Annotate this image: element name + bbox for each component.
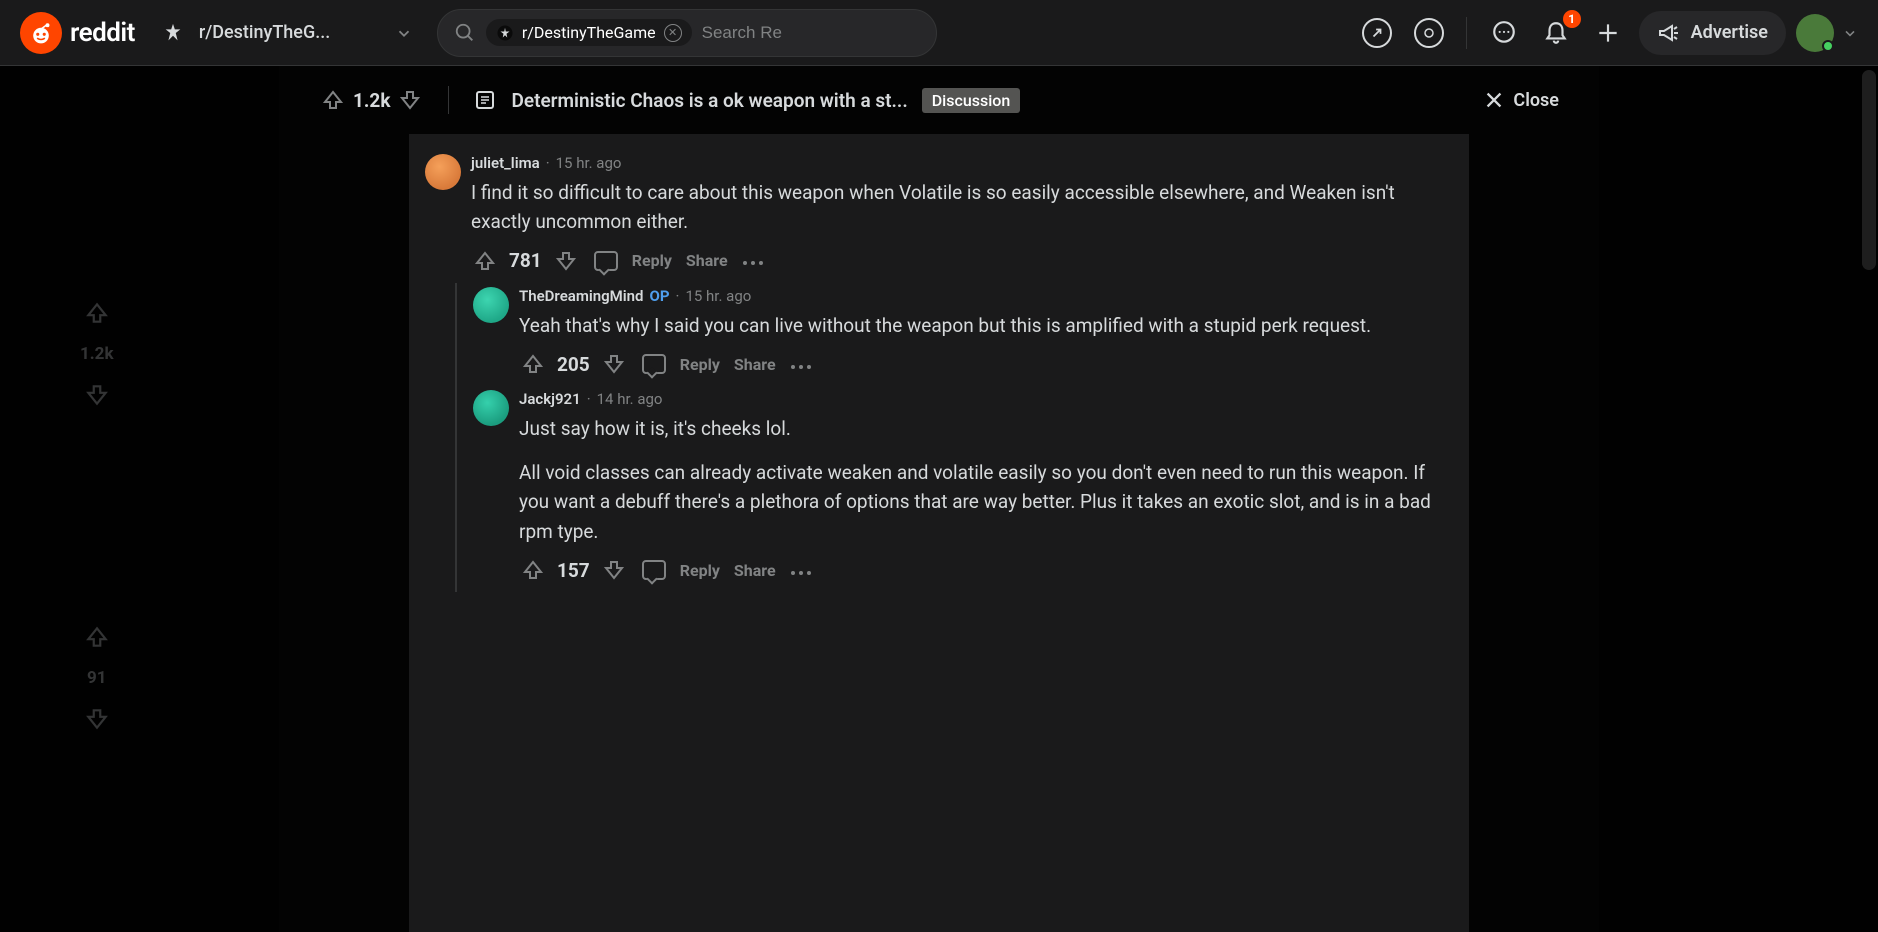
comment-score: 205 — [557, 353, 590, 376]
post-flair[interactable]: Discussion — [922, 88, 1021, 113]
chevron-down-icon — [395, 24, 413, 42]
reply-button[interactable]: Reply — [632, 251, 672, 270]
reply-button[interactable]: Reply — [680, 561, 720, 580]
downvote-button[interactable] — [396, 86, 424, 114]
op-badge: OP — [650, 287, 670, 305]
comment-time: 14 hr. ago — [597, 390, 663, 408]
popular-button[interactable] — [1356, 12, 1398, 54]
destiny-pill-icon — [496, 24, 514, 42]
reddit-logo[interactable]: reddit — [20, 12, 135, 54]
reddit-alien-icon — [28, 20, 54, 46]
create-post-button[interactable] — [1587, 12, 1629, 54]
upvote-button[interactable] — [471, 247, 499, 275]
app-header: reddit r/DestinyTheG... r/DestinyTheGame… — [0, 0, 1878, 66]
comment-text: Yeah that's why I said you can live with… — [519, 311, 1453, 340]
post-panel: 1.2k Deterministic Chaos is a ok weapon … — [279, 66, 1599, 932]
reddit-wordmark: reddit — [70, 18, 135, 48]
comments-area: juliet_lima · 15 hr. ago I find it so di… — [409, 134, 1469, 932]
coin-icon — [1414, 18, 1444, 48]
post-title-row: Deterministic Chaos is a ok weapon with … — [473, 88, 1469, 113]
share-button[interactable]: Share — [734, 355, 776, 374]
downvote-button[interactable] — [552, 247, 580, 275]
comment-author[interactable]: Jackj921 — [519, 390, 581, 408]
comment: TheDreamingMind OP · 15 hr. ago Yeah tha… — [473, 283, 1453, 386]
search-pill-label: r/DestinyTheGame — [522, 23, 656, 42]
divider — [448, 86, 449, 114]
comment-author[interactable]: juliet_lima — [471, 154, 540, 172]
post-header-bar: 1.2k Deterministic Chaos is a ok weapon … — [279, 66, 1599, 134]
notifications-button[interactable]: 1 — [1535, 12, 1577, 54]
post-score: 1.2k — [353, 89, 390, 112]
comment-avatar[interactable] — [473, 287, 509, 323]
more-icon — [790, 364, 812, 370]
more-button[interactable] — [790, 561, 812, 580]
community-dropdown[interactable]: r/DestinyTheG... — [151, 15, 421, 51]
meta-separator: · — [676, 287, 680, 305]
comment-actions: 781 Reply Share — [471, 247, 1453, 275]
clear-scope-icon[interactable]: ✕ — [664, 24, 682, 42]
close-button[interactable]: Close — [1483, 89, 1559, 111]
comment-text: I find it so difficult to care about thi… — [471, 178, 1411, 237]
more-button[interactable] — [742, 251, 764, 270]
comment-time: 15 hr. ago — [685, 287, 751, 305]
chat-icon — [1491, 20, 1517, 46]
reply-icon — [594, 251, 618, 271]
chat-button[interactable] — [1483, 12, 1525, 54]
more-button[interactable] — [790, 355, 812, 374]
arrow-out-icon — [1362, 18, 1392, 48]
online-indicator — [1822, 40, 1834, 52]
comment-avatar[interactable] — [425, 154, 461, 190]
downvote-button[interactable] — [600, 556, 628, 584]
text-post-icon — [473, 88, 497, 112]
advertise-label: Advertise — [1691, 22, 1768, 43]
comment: Jackj921 · 14 hr. ago Just say how it is… — [473, 386, 1453, 592]
reply-button[interactable]: Reply — [680, 355, 720, 374]
coin-button[interactable] — [1408, 12, 1450, 54]
comment-score: 781 — [509, 249, 542, 272]
post-vote: 1.2k — [319, 86, 424, 114]
divider — [1466, 17, 1467, 49]
notification-badge: 1 — [1563, 10, 1581, 28]
user-menu[interactable] — [1796, 14, 1858, 52]
meta-separator: · — [546, 154, 550, 172]
upvote-button[interactable] — [519, 350, 547, 378]
post-overlay: 1.2k Deterministic Chaos is a ok weapon … — [0, 66, 1878, 932]
reply-icon — [642, 560, 666, 580]
comment-score: 157 — [557, 559, 590, 582]
share-button[interactable]: Share — [734, 561, 776, 580]
meta-separator: · — [587, 390, 591, 408]
more-icon — [742, 260, 764, 266]
comment-author[interactable]: TheDreamingMind — [519, 287, 644, 305]
user-avatar — [1796, 14, 1834, 52]
search-scope-pill[interactable]: r/DestinyTheGame ✕ — [486, 19, 692, 46]
chevron-down-icon — [1842, 25, 1858, 41]
comment: juliet_lima · 15 hr. ago I find it so di… — [425, 150, 1453, 283]
advertise-button[interactable]: Advertise — [1639, 11, 1786, 55]
comment-time: 15 hr. ago — [556, 154, 622, 172]
search-bar[interactable]: r/DestinyTheGame ✕ — [437, 9, 937, 57]
community-icon — [159, 19, 187, 47]
reddit-logo-mark — [20, 12, 62, 54]
comment-actions: 157 Reply Share — [519, 556, 1453, 584]
upvote-button[interactable] — [519, 556, 547, 584]
comment-actions: 205 Reply Share — [519, 350, 1453, 378]
comment-children: TheDreamingMind OP · 15 hr. ago Yeah tha… — [455, 283, 1453, 592]
plus-icon — [1595, 20, 1621, 46]
more-icon — [790, 570, 812, 576]
community-name: r/DestinyTheG... — [199, 22, 383, 43]
close-icon — [1483, 89, 1505, 111]
megaphone-icon — [1657, 21, 1681, 45]
reply-icon — [642, 354, 666, 374]
comment-text: Just say how it is, it's cheeks lol.All … — [519, 414, 1453, 546]
header-actions: 1 Advertise — [1356, 11, 1858, 55]
close-label: Close — [1513, 90, 1559, 111]
upvote-button[interactable] — [319, 86, 347, 114]
search-icon — [454, 22, 476, 44]
search-input[interactable] — [702, 23, 920, 43]
post-title: Deterministic Chaos is a ok weapon with … — [511, 89, 907, 112]
downvote-button[interactable] — [600, 350, 628, 378]
comment-avatar[interactable] — [473, 390, 509, 426]
share-button[interactable]: Share — [686, 251, 728, 270]
destiny-icon — [162, 22, 184, 44]
